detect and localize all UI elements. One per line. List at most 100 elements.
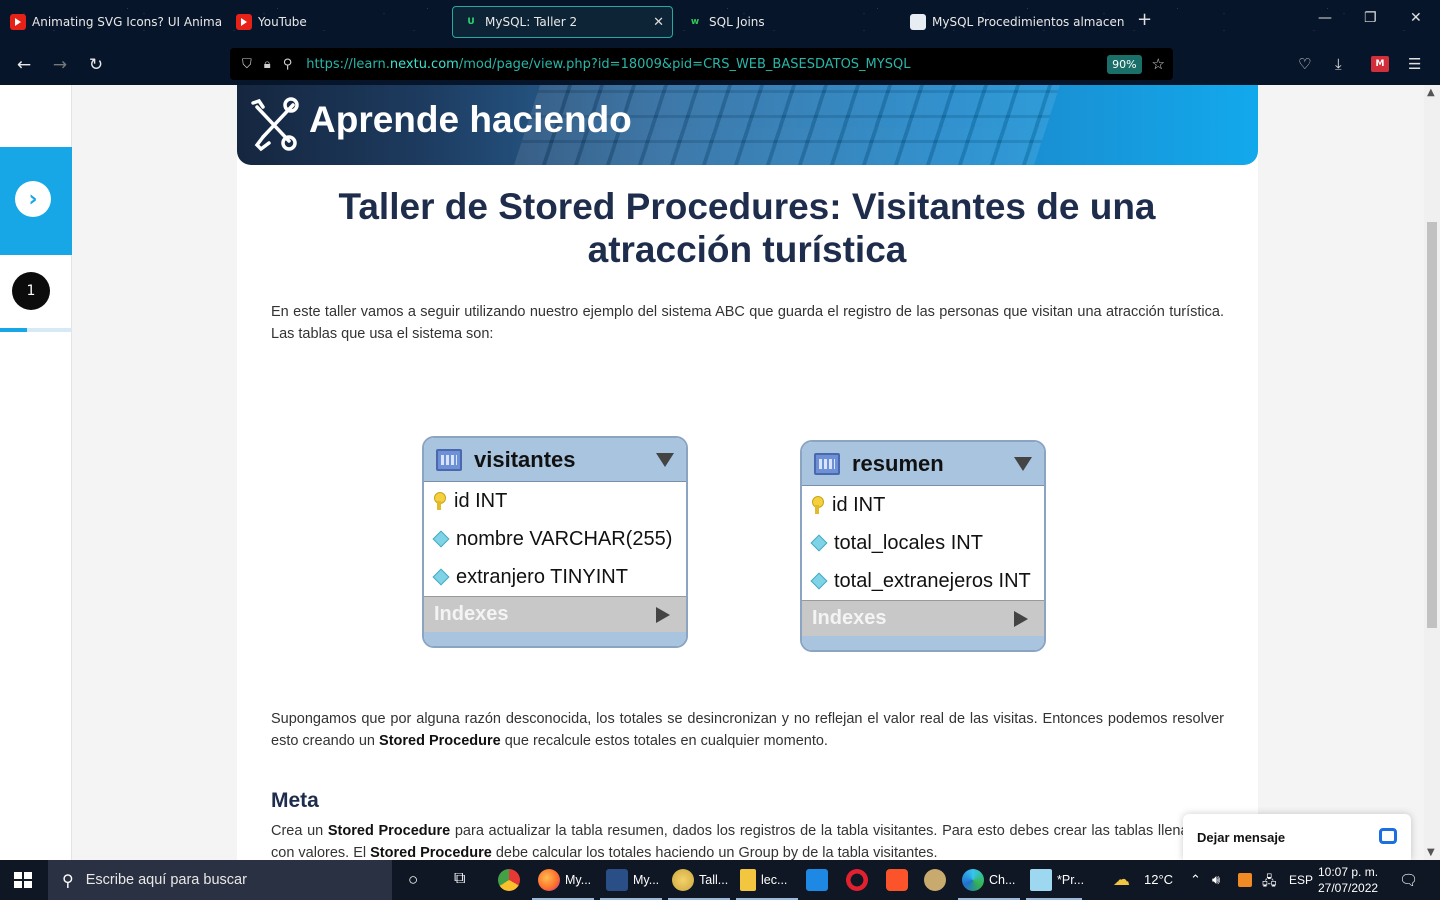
er-table-header: resumen (802, 442, 1044, 486)
taskbar-clock[interactable]: 10:07 p. m. 27/07/2022 (1318, 864, 1378, 896)
restore-icon[interactable]: ❐ (1364, 10, 1377, 26)
reload-icon[interactable]: ↻ (85, 54, 107, 76)
page-scrollbar[interactable]: ▲ ▼ (1424, 85, 1440, 860)
leave-message-widget[interactable]: Dejar mensaje (1183, 814, 1411, 860)
shield-icon[interactable]: ⛉ (242, 57, 252, 72)
url-bar[interactable]: ⛉ 🔒︎ ⚲ https://learn.nextu.com/mod/page/… (230, 48, 1173, 80)
youtube-icon (10, 14, 26, 30)
taskbar-search[interactable]: ⚲ Escribe aquí para buscar (48, 860, 392, 900)
w3-icon: w (690, 17, 700, 27)
chrome-app[interactable] (498, 860, 525, 900)
meta-paragraph: Crea un Stored Procedure para actualizar… (271, 823, 1224, 860)
tab-animating-svg[interactable]: Animating SVG Icons? UI Animatio (0, 6, 222, 38)
dropdown-triangle-icon (1014, 457, 1032, 471)
network-icon[interactable]: 🖧︎ (1262, 872, 1277, 894)
volume-icon[interactable]: 🔊︎ (1212, 872, 1220, 888)
step-number[interactable]: 1 (12, 272, 50, 310)
windows-taskbar: ⚲ Escribe aquí para buscar ○ ⧉ My... My.… (0, 860, 1440, 900)
close-tab-icon[interactable]: ✕ (653, 15, 664, 30)
lol-app[interactable] (924, 860, 951, 900)
vscode-icon (806, 869, 828, 891)
page-viewport: › 1 Aprende haciendo Taller de Stored Pr… (0, 85, 1440, 860)
column-icon (810, 534, 828, 552)
weather-temp[interactable]: 12°C (1144, 872, 1173, 887)
er-table-name: visitantes (474, 446, 576, 472)
weather-icon[interactable]: ☁ (1113, 870, 1130, 890)
pocket-icon[interactable]: ♡ (1298, 55, 1311, 73)
mysql-icon (910, 14, 926, 30)
taskbar-paint[interactable]: Tall... (668, 860, 730, 900)
er-table-name: resumen (852, 450, 944, 476)
er-column-label: total_extranejeros INT (834, 569, 1031, 592)
cortana-icon[interactable]: ○ (408, 870, 418, 890)
zoom-badge[interactable]: 90% (1107, 54, 1142, 74)
key-icon (812, 496, 824, 514)
chat-icon (1379, 828, 1397, 844)
notifications-icon[interactable]: 🗨︎ (1399, 871, 1418, 889)
tools-icon (251, 97, 299, 152)
taskbar-firefox[interactable]: My... (532, 860, 594, 900)
er-column: id INT (802, 486, 1044, 524)
taskbar-edge[interactable]: Ch... (958, 860, 1020, 900)
tab-sql-joins[interactable]: w SQL Joins (677, 6, 897, 38)
search-icon: ⚲ (62, 870, 74, 890)
brave-icon (886, 869, 908, 891)
vscode-app[interactable] (806, 860, 833, 900)
expand-triangle-icon (656, 607, 670, 623)
tray-app-icon[interactable] (1238, 873, 1252, 887)
dropdown-triangle-icon (656, 453, 674, 467)
scroll-up-icon[interactable]: ▲ (1427, 87, 1435, 98)
language-indicator[interactable]: ESP (1289, 873, 1313, 887)
forward-icon[interactable]: → (49, 54, 71, 76)
brave-app[interactable] (886, 860, 913, 900)
scroll-down-icon[interactable]: ▼ (1427, 847, 1435, 858)
new-tab-icon[interactable]: + (1137, 9, 1152, 30)
back-icon[interactable]: ← (13, 54, 35, 76)
er-column: total_extranejeros INT (802, 562, 1044, 600)
table-icon (814, 452, 840, 475)
minimize-icon[interactable]: — (1318, 10, 1332, 26)
tab-youtube[interactable]: YouTube (226, 6, 446, 38)
opera-app[interactable] (846, 860, 873, 900)
er-table-visitantes: visitantes id INT nombre VARCHAR(255) ex… (422, 436, 688, 648)
firefox-icon (538, 869, 560, 891)
edge-icon (962, 869, 984, 891)
bookmark-star-icon[interactable]: ☆ (1152, 55, 1165, 73)
er-column: nombre VARCHAR(255) (424, 520, 686, 558)
browser-tab-bar: Animating SVG Icons? UI Animatio YouTube… (0, 0, 1440, 44)
lesson-content: Aprende haciendo Taller de Stored Proced… (237, 85, 1258, 860)
downloads-icon[interactable]: ⤓ (1335, 55, 1342, 73)
nextu-icon: U (467, 17, 475, 27)
notepad-icon (1030, 869, 1052, 891)
banner: Aprende haciendo (237, 85, 1258, 165)
taskbar-notepad[interactable]: *Pr... (1026, 860, 1084, 900)
tab-title: Animating SVG Icons? UI Animatio (32, 15, 222, 29)
permissions-icon[interactable]: ⚲ (283, 57, 293, 72)
progress-fill (0, 328, 28, 332)
table-icon (436, 448, 462, 471)
tab-mysql-procedimientos[interactable]: MySQL Procedimientos almacena (900, 6, 1125, 38)
scrollbar-thumb[interactable] (1427, 222, 1437, 628)
youtube-icon (236, 14, 252, 30)
key-icon (434, 492, 446, 510)
er-column: extranjero TINYINT (424, 558, 686, 596)
er-column: id INT (424, 482, 686, 520)
close-window-icon[interactable]: ✕ (1410, 10, 1422, 26)
er-column-label: nombre VARCHAR(255) (456, 527, 673, 550)
lock-icon[interactable]: 🔒︎ (264, 57, 271, 72)
task-view-icon[interactable]: ⧉ (454, 870, 465, 888)
windows-start-icon[interactable] (14, 872, 32, 888)
menu-icon[interactable]: ☰ (1408, 55, 1421, 73)
taskbar-explorer[interactable]: lec... (736, 860, 798, 900)
er-indexes-label: Indexes (812, 607, 887, 629)
next-chevron-icon[interactable]: › (15, 181, 51, 217)
taskbar-mysql-workbench[interactable]: My... (600, 860, 662, 900)
url-text[interactable]: https://learn.nextu.com/mod/page/view.ph… (306, 57, 1107, 72)
er-indexes-section: Indexes (802, 600, 1044, 636)
banner-title: Aprende haciendo (309, 99, 632, 140)
tab-mysql-taller[interactable]: U MySQL: Taller 2 ✕ (452, 6, 673, 38)
extension-icon[interactable]: M (1371, 56, 1389, 72)
leave-message-label: Dejar mensaje (1197, 829, 1286, 845)
show-hidden-icons[interactable]: ⌃ (1190, 872, 1201, 888)
clock-date: 27/07/2022 (1318, 881, 1379, 895)
